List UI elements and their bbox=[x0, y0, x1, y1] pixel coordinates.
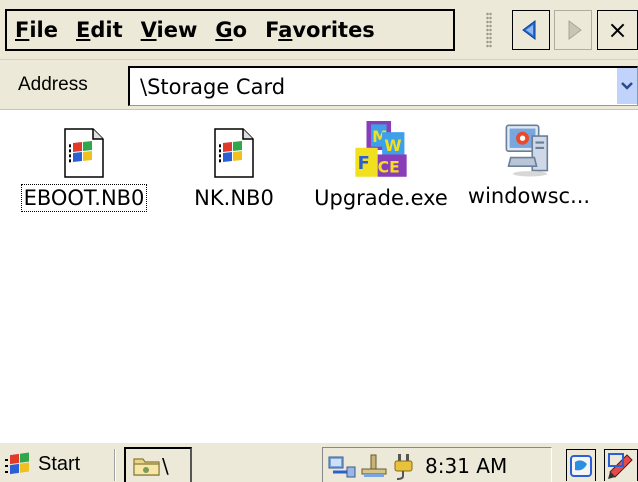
taskbar-window-label: \ bbox=[162, 454, 169, 478]
clock[interactable]: 8:31 AM bbox=[425, 454, 507, 478]
file-item-windowsc[interactable]: windowsc... bbox=[454, 111, 604, 221]
computer-globe-icon bbox=[505, 124, 549, 177]
forward-button[interactable] bbox=[554, 10, 592, 50]
windows-logo-icon bbox=[5, 452, 29, 475]
file-name: Upgrade.exe bbox=[314, 186, 448, 210]
menu-favorites[interactable]: Favorites bbox=[256, 11, 384, 49]
close-button[interactable]: × bbox=[597, 10, 638, 50]
menu-bar: File Edit View Go Favorites × bbox=[0, 0, 638, 60]
forward-arrow-icon bbox=[568, 20, 582, 40]
menu-file[interactable]: File bbox=[7, 11, 67, 49]
mwfcce-app-icon: M W F CE bbox=[355, 121, 407, 177]
taskbar-window-button[interactable]: \ bbox=[124, 447, 192, 482]
menu-group: File Edit View Go Favorites bbox=[5, 9, 455, 51]
usb-connection-icon[interactable] bbox=[359, 453, 389, 479]
folder-icon bbox=[133, 458, 160, 476]
taskbar-separator bbox=[114, 449, 116, 481]
svg-text:W: W bbox=[384, 137, 401, 155]
network-icon[interactable] bbox=[327, 453, 357, 479]
address-bar: Address \Storage Card bbox=[0, 60, 638, 164]
svg-text:CE: CE bbox=[378, 158, 400, 176]
file-item-upgrade[interactable]: M W F CE Upgrade.exe bbox=[306, 111, 456, 221]
start-button[interactable]: Start bbox=[4, 447, 80, 481]
back-button[interactable] bbox=[512, 10, 550, 50]
chevron-down-icon bbox=[621, 82, 633, 90]
keyboard-icon bbox=[570, 454, 592, 477]
system-tray: 8:31 AM bbox=[322, 447, 552, 482]
windows-file-icon bbox=[214, 128, 254, 178]
input-method-button[interactable] bbox=[604, 449, 638, 481]
close-icon: × bbox=[607, 16, 628, 44]
address-dropdown-button[interactable] bbox=[617, 68, 637, 104]
back-arrow-icon bbox=[522, 20, 536, 40]
svg-text:F: F bbox=[358, 153, 370, 174]
input-panel-button[interactable] bbox=[566, 449, 596, 481]
menu-view[interactable]: View bbox=[132, 11, 207, 49]
taskbar: Start \ 8:31 AM bbox=[0, 442, 638, 482]
menu-edit[interactable]: Edit bbox=[67, 11, 132, 49]
file-name: EBOOT.NB0 bbox=[20, 184, 148, 212]
file-list: EBOOT.NB0 NK.NB0 M W F CE Upgrade.exe wi… bbox=[0, 111, 638, 442]
file-name: windowsc... bbox=[467, 184, 591, 208]
toolbar-grip[interactable] bbox=[486, 12, 492, 48]
windows-file-icon bbox=[64, 128, 104, 178]
menu-go[interactable]: Go bbox=[206, 11, 256, 49]
address-field[interactable]: \Storage Card bbox=[128, 66, 638, 106]
power-plug-icon[interactable] bbox=[391, 452, 417, 480]
address-path[interactable]: \Storage Card bbox=[140, 75, 285, 99]
pen-icon bbox=[608, 452, 633, 479]
file-item-nk[interactable]: NK.NB0 bbox=[159, 111, 309, 221]
address-label: Address bbox=[18, 74, 88, 95]
start-label: Start bbox=[38, 452, 81, 475]
file-item-eboot[interactable]: EBOOT.NB0 bbox=[9, 111, 159, 221]
file-name: NK.NB0 bbox=[194, 186, 274, 210]
